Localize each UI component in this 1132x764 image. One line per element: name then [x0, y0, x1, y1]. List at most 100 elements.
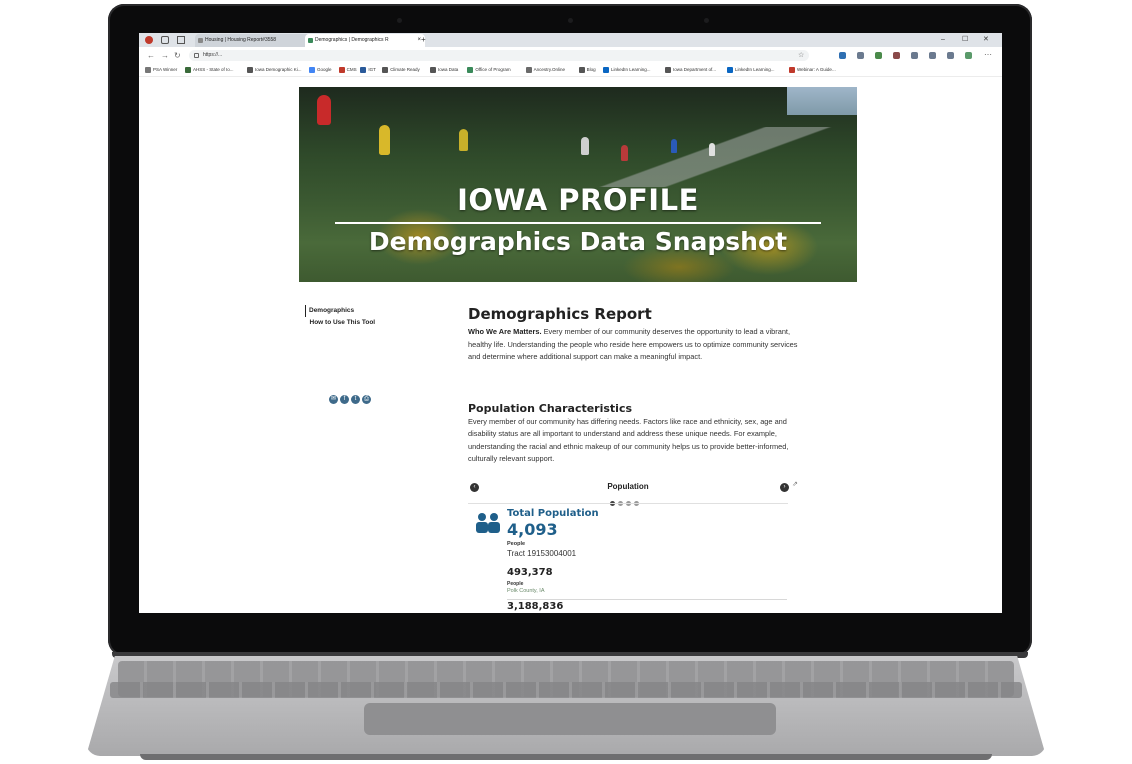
sensor-dot — [397, 18, 402, 23]
sensor-dot — [704, 18, 709, 23]
link-icon[interactable]: ⇗ — [792, 480, 798, 488]
bookmark-item[interactable]: Blog — [578, 64, 596, 76]
bookmark-item[interactable]: LinkedIn Learning... — [727, 64, 775, 76]
print-icon[interactable]: ⎙ — [362, 395, 371, 404]
more-menu-icon[interactable]: ⋯ — [984, 48, 992, 61]
metric-unit: People — [507, 541, 526, 547]
bookmark-item[interactable]: AHSS - State of Io... — [185, 64, 234, 76]
hero-sky — [787, 87, 857, 115]
card-header: ‹ Population › ⇗ — [468, 480, 798, 506]
bookmark-item[interactable]: LinkedIn Learning... — [603, 64, 651, 76]
bookmark-label: Iowa Data — [438, 67, 459, 72]
twitter-icon[interactable]: t — [351, 395, 360, 404]
bookmark-favicon-icon — [309, 67, 315, 73]
laptop-screen: Housing | Housing Report#3558 × Demograp… — [139, 33, 1002, 613]
bookmark-label: AHSS - State of Io... — [193, 67, 234, 72]
tab-label: Housing | Housing Report#3558 — [205, 37, 277, 43]
maximize-icon[interactable]: ☐ — [962, 33, 968, 47]
address-bar[interactable]: https://... — [189, 50, 809, 61]
bookmark-item[interactable]: Climate Ready — [382, 64, 420, 76]
cyclist-figure — [671, 139, 677, 153]
cyclist-figure — [709, 143, 715, 156]
extension-icon[interactable] — [893, 52, 900, 59]
people-icon — [476, 513, 500, 533]
new-tab-icon[interactable]: + — [421, 33, 426, 47]
favorites-icon[interactable] — [911, 52, 918, 59]
bookmark-item[interactable]: Office of Program — [467, 64, 511, 76]
tab-actions-icon[interactable] — [177, 36, 185, 44]
metric-label: Total Population — [507, 508, 599, 519]
bookmark-item[interactable]: Iowa Department of... — [665, 64, 716, 76]
bookmark-label: Climate Ready — [390, 67, 420, 72]
bookmark-label: Iowa Demographic Ki... — [255, 67, 302, 72]
section-title: Population Characteristics — [468, 401, 633, 415]
bookmark-item[interactable]: Iowa Demographic Ki... — [247, 64, 302, 76]
bookmark-item[interactable]: Iowa Data — [430, 64, 458, 76]
bookmark-favicon-icon — [145, 67, 151, 73]
favicon-icon — [308, 38, 313, 43]
cyclist-figure — [581, 137, 589, 155]
section-paragraph: Every member of our community has differ… — [468, 416, 789, 464]
bookmark-item[interactable]: IGT — [360, 64, 376, 76]
collections-icon[interactable] — [929, 52, 936, 59]
close-window-icon[interactable]: ✕ — [983, 33, 989, 47]
bookmark-favicon-icon — [578, 67, 585, 73]
extension-icon[interactable] — [965, 52, 972, 59]
bookmark-label: IGT — [368, 67, 376, 72]
bookmark-favicon-icon — [727, 67, 733, 73]
tab-demographics[interactable]: Demographics | Demographics R × — [305, 34, 425, 47]
population-card: ‹ Population › ⇗ Total Population 4,093 … — [468, 480, 798, 613]
extension-icon[interactable] — [857, 52, 864, 59]
cyclist-figure — [317, 95, 331, 125]
back-icon[interactable]: ← — [147, 49, 155, 62]
workspaces-icon[interactable] — [161, 36, 169, 44]
refresh-icon[interactable]: ↻ — [174, 49, 181, 62]
bookmark-item[interactable]: Google — [309, 64, 332, 76]
extension-icon[interactable] — [839, 52, 846, 59]
bookmark-label: PSA Winner — [153, 67, 178, 72]
webcam — [568, 18, 573, 23]
comparison-value-2: 3,188,836 — [507, 601, 564, 612]
bookmark-favicon-icon — [665, 67, 671, 73]
report-content: Demographics Report Who We Are Matters. … — [468, 305, 798, 466]
bookmark-item[interactable]: Ancestry.Online — [525, 64, 566, 76]
bookmark-label: Webinar: A Guide... — [797, 67, 836, 72]
metric-value: 4,093 — [507, 520, 558, 539]
email-icon[interactable]: ✉ — [329, 395, 338, 404]
tab-label: Demographics | Demographics R — [315, 37, 389, 43]
bookmark-label: Blog — [586, 67, 596, 72]
chevron-right-icon[interactable]: › — [780, 483, 789, 492]
trackpad — [364, 703, 776, 735]
bookmark-label: LinkedIn Learning... — [735, 67, 775, 72]
intro-paragraph: Who We Are Matters. Every member of our … — [468, 326, 798, 364]
bookmark-favicon-icon — [467, 67, 474, 73]
url-text: https://... — [203, 52, 223, 58]
comparison-value: 493,378 — [507, 567, 553, 578]
bookmark-label: Ancestry.Online — [533, 67, 566, 72]
tab-housing[interactable]: Housing | Housing Report#3558 × — [195, 34, 313, 47]
hero-title: IOWA PROFILE — [457, 183, 699, 217]
bookmark-item[interactable]: PSA Winner — [145, 64, 177, 76]
star-icon[interactable]: ☆ — [798, 49, 804, 62]
cyclist-figure — [459, 129, 468, 151]
bookmark-label: Google — [317, 67, 332, 72]
profile-icon[interactable] — [145, 36, 153, 44]
extension-icon[interactable] — [875, 52, 882, 59]
hero-road — [589, 127, 857, 187]
hero-banner: IOWA PROFILE Demographics Data Snapshot — [299, 87, 857, 282]
facebook-icon[interactable]: f — [340, 395, 349, 404]
minimize-icon[interactable]: – — [941, 33, 945, 47]
nav-demographics[interactable]: Demographics — [305, 305, 375, 317]
bookmark-item[interactable]: Webinar: A Guide... — [789, 64, 836, 76]
forward-icon[interactable]: → — [161, 49, 169, 62]
comparison-area: Polk County, IA — [507, 588, 545, 594]
bookmark-favicon-icon — [185, 67, 191, 73]
bookmark-item[interactable]: CMS — [338, 64, 357, 76]
intro-lead: Who We Are Matters. — [468, 327, 542, 336]
nav-how-to-use[interactable]: How to Use This Tool — [305, 317, 376, 329]
laptop-foot — [140, 754, 992, 760]
extension-icon[interactable] — [947, 52, 954, 59]
cyclist-figure — [379, 125, 390, 155]
browser-toolbar: ← → ↻ https://... ☆ ⋯ — [139, 47, 1002, 65]
tract-label: Tract 19153004001 — [507, 549, 577, 558]
